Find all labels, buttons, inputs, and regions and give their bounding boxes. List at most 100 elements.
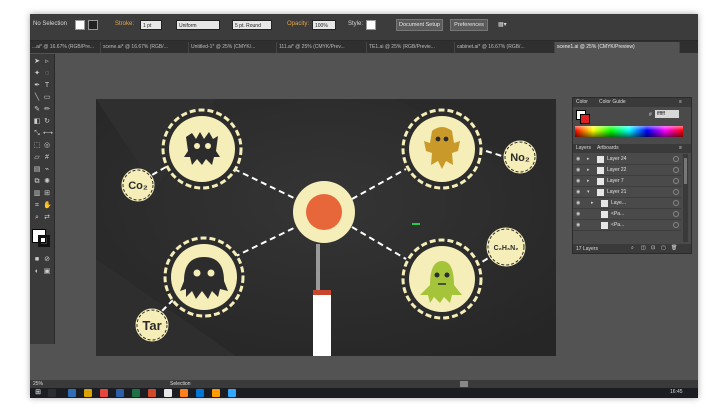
tab-document[interactable]: ...ai* @ 16.67% (RGB/Pre... (30, 42, 101, 53)
eye-icon[interactable]: ◉ (576, 200, 582, 206)
symbol-sprayer-icon[interactable]: ✺ (43, 178, 51, 186)
photoshop-taskbar-icon[interactable] (228, 389, 236, 397)
none-mode-icon[interactable]: ⊘ (43, 256, 51, 264)
new-layer-icon[interactable]: ▢ (661, 245, 666, 251)
artboard[interactable]: Co₂ No₂ Tar C₆H₆N₂ (96, 99, 556, 356)
layers-menu-icon[interactable]: ≡ (679, 145, 682, 151)
layers-tab[interactable]: Layers (576, 145, 591, 151)
color-tab[interactable]: Color (576, 99, 588, 105)
width-tool-icon[interactable]: ⟷ (43, 130, 53, 138)
lasso-icon[interactable]: ◌ (43, 70, 51, 78)
target-icon[interactable] (673, 156, 679, 162)
stroke-weight-field[interactable]: 1 pt (140, 20, 162, 30)
style-swatch[interactable] (366, 20, 376, 30)
target-icon[interactable] (673, 189, 679, 195)
artboards-tab[interactable]: Artboards (597, 145, 619, 151)
expand-arrow-icon[interactable]: ▸ (587, 167, 593, 173)
opacity-link[interactable]: Opacity: (287, 21, 309, 27)
zoom-tool-icon[interactable]: ⌕ (33, 214, 41, 222)
document-setup-button[interactable]: Document Setup (396, 19, 443, 31)
arrange-icon[interactable]: ▦▾ (498, 21, 507, 28)
vlc-icon[interactable] (180, 389, 188, 397)
expand-arrow-icon[interactable]: ▸ (591, 200, 597, 206)
panel-menu-icon[interactable]: ≡ (679, 99, 682, 105)
expand-arrow-icon[interactable]: ▸ (587, 178, 593, 184)
tab-document[interactable]: 111.ai* @ 25% (CMYK/Prev... (277, 42, 367, 53)
file-explorer-icon[interactable] (68, 389, 76, 397)
hex-field[interactable]: ffffff (655, 110, 679, 118)
layer-row[interactable]: ◉ ▸ Layer 24 (573, 154, 681, 165)
draw-mode-icon[interactable]: ◐ (33, 268, 41, 276)
color-mode-icon[interactable]: ■ (33, 256, 41, 264)
illustrator-taskbar-icon[interactable] (212, 389, 220, 397)
eye-icon[interactable]: ◉ (576, 167, 582, 173)
selection-tool-icon[interactable]: ➤ (33, 58, 41, 66)
excel-icon[interactable] (132, 389, 140, 397)
opacity-field[interactable]: 100% (312, 20, 336, 30)
new-sublayer-icon[interactable]: ⊡ (651, 245, 655, 251)
eye-icon[interactable]: ◉ (576, 222, 582, 228)
screen-mode-icon[interactable]: ▣ (43, 268, 51, 276)
panel-stroke-swatch[interactable] (580, 114, 590, 124)
eyedropper-icon[interactable]: ⌁ (43, 166, 51, 174)
chrome-icon[interactable] (100, 389, 108, 397)
color-guide-tab[interactable]: Color Guide (599, 99, 626, 105)
graph-tool-icon[interactable]: ▥ (33, 190, 41, 198)
target-icon[interactable] (673, 222, 679, 228)
start-button-icon[interactable]: ⊞ (34, 389, 42, 397)
layer-row[interactable]: ◉ ▸ Layer 7 (573, 176, 681, 187)
color-spectrum[interactable] (575, 126, 683, 137)
blend-tool-icon[interactable]: ⧉ (33, 178, 41, 186)
perspective-icon[interactable]: ▱ (33, 154, 41, 162)
expand-arrow-icon[interactable]: ▾ (587, 189, 593, 195)
target-icon[interactable] (673, 200, 679, 206)
rectangle-tool-icon[interactable]: ▭ (43, 94, 51, 102)
mesh-tool-icon[interactable]: # (43, 154, 51, 162)
target-icon[interactable] (673, 167, 679, 173)
free-transform-icon[interactable]: ⬚ (33, 142, 41, 150)
edge-icon[interactable] (196, 389, 204, 397)
pencil-tool-icon[interactable]: ✏ (43, 106, 51, 114)
horizontal-scroll-thumb[interactable] (460, 381, 468, 387)
target-icon[interactable] (673, 178, 679, 184)
artboard-tool-icon[interactable]: ⊞ (43, 190, 51, 198)
tab-document[interactable]: TE1.ai @ 25% (RGB/Previe... (367, 42, 455, 53)
tab-active-document[interactable]: scene1.ai @ 25% (CMYK/Preview) (555, 42, 680, 53)
eraser-tool-icon[interactable]: ◧ (33, 118, 41, 126)
clipping-mask-icon[interactable]: ◫ (641, 245, 646, 251)
layer-row[interactable]: ◉ <Pa... (573, 220, 681, 231)
scale-tool-icon[interactable]: ⤡ (33, 130, 41, 138)
tab-document[interactable]: scene.ai* @ 16.67% (RGB/... (101, 42, 189, 53)
eye-icon[interactable]: ◉ (576, 178, 582, 184)
hand-tool-icon[interactable]: ✋ (43, 202, 52, 210)
layer-row[interactable]: ◉ ▾ Layer 21 (573, 187, 681, 198)
target-icon[interactable] (673, 211, 679, 217)
stroke-swatch[interactable] (88, 20, 98, 30)
eye-icon[interactable]: ◉ (576, 211, 582, 217)
preferences-button[interactable]: Preferences (450, 19, 488, 31)
scrollbar-thumb[interactable] (684, 158, 687, 184)
gradient-tool-icon[interactable]: ▤ (33, 166, 41, 174)
layers-scrollbar[interactable] (683, 154, 688, 242)
powerpoint-icon[interactable] (148, 389, 156, 397)
folder-icon[interactable] (84, 389, 92, 397)
notepad-icon[interactable] (164, 389, 172, 397)
brush-tool-icon[interactable]: ✎ (33, 106, 41, 114)
eye-icon[interactable]: ◉ (576, 189, 582, 195)
slice-tool-icon[interactable]: ⌗ (33, 202, 41, 210)
delete-layer-icon[interactable]: 🗑 (671, 245, 677, 251)
layer-row[interactable]: ◉ ▸ Laye... (573, 198, 681, 209)
type-tool-icon[interactable]: T (43, 82, 51, 90)
zoom-level[interactable]: 25% (33, 381, 43, 387)
shape-builder-icon[interactable]: ◎ (43, 142, 51, 150)
fill-swatch[interactable] (75, 20, 85, 30)
pen-tool-icon[interactable]: ✒ (33, 82, 41, 90)
swap-colors-icon[interactable]: ⇄ (43, 214, 51, 222)
profile-dropdown[interactable]: Uniform (176, 20, 220, 30)
magic-wand-icon[interactable]: ✦ (33, 70, 41, 78)
layer-row[interactable]: ◉ <Pa... (573, 209, 681, 220)
expand-arrow-icon[interactable]: ▸ (587, 156, 593, 162)
search-icon[interactable] (48, 389, 56, 397)
word-icon[interactable] (116, 389, 124, 397)
line-tool-icon[interactable]: ╲ (33, 94, 41, 102)
